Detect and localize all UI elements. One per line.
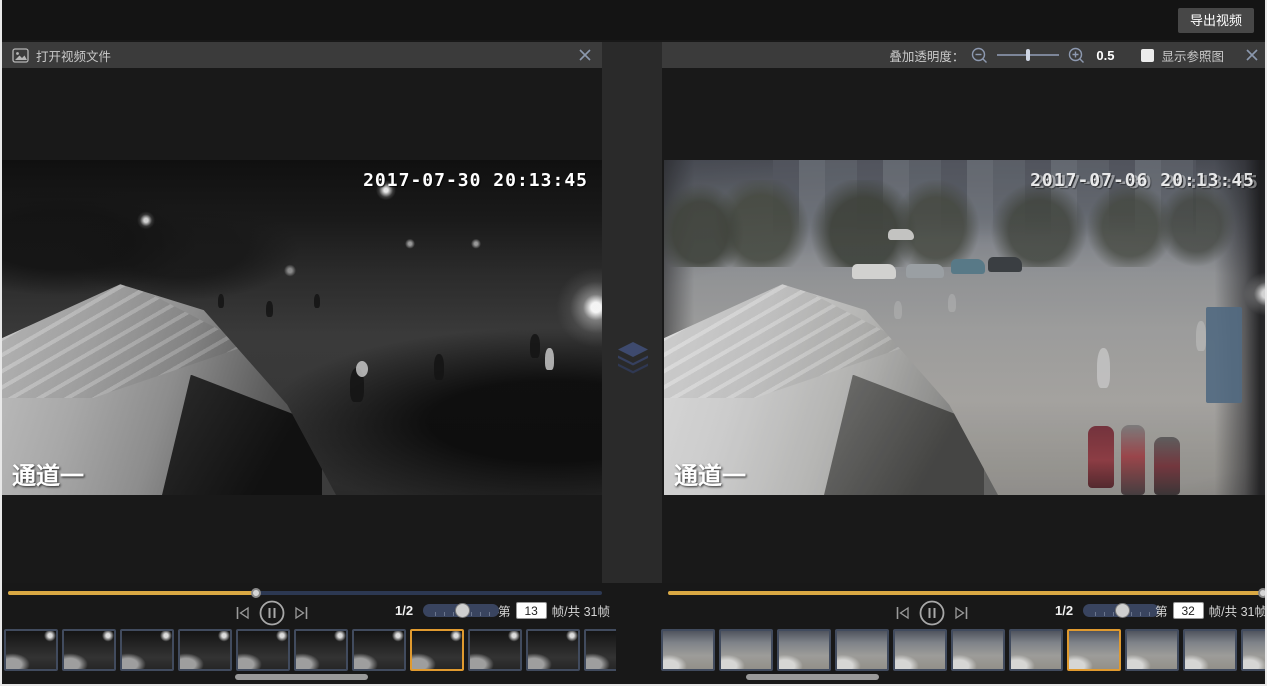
thumbnail[interactable]: [4, 629, 58, 671]
overlay-layers-icon: [615, 340, 651, 378]
thumbnail[interactable]: [1009, 629, 1063, 671]
thumbnail[interactable]: [62, 629, 116, 671]
thumbnail[interactable]: [1067, 629, 1121, 671]
left-frame-input[interactable]: [516, 602, 547, 619]
right-channel-label: 通道一: [674, 456, 746, 491]
thumbnail[interactable]: [893, 629, 947, 671]
left-thumbnail-scrollbar[interactable]: [235, 674, 368, 680]
right-pause-button[interactable]: [919, 600, 945, 626]
left-frame-suffix: 帧/共 31帧: [552, 601, 610, 620]
right-speed-handle[interactable]: [1115, 603, 1130, 618]
transparency-slider-handle[interactable]: [1026, 49, 1030, 61]
left-frame-prefix: 第: [498, 601, 511, 620]
thumbnail[interactable]: [468, 629, 522, 671]
right-frame-input[interactable]: [1173, 602, 1204, 619]
thumbnail[interactable]: [835, 629, 889, 671]
right-panel-header: 叠加透明度： 0.5 显示参照图: [662, 42, 1267, 68]
export-video-button[interactable]: 导出视频: [1178, 8, 1254, 33]
right-controls-row: 1/2 第 帧/共 31帧: [662, 600, 1267, 626]
right-seek-fill: [668, 591, 1264, 595]
thumbnail[interactable]: [352, 629, 406, 671]
thumbnail[interactable]: [777, 629, 831, 671]
left-video-frame: 2017-07-30 20:13:45 通道一: [2, 160, 602, 495]
right-speed-slider[interactable]: [1083, 604, 1159, 617]
left-seek-bar[interactable]: [8, 591, 602, 595]
transparency-slider[interactable]: [997, 49, 1059, 61]
thumbnail[interactable]: [294, 629, 348, 671]
open-file-label: 打开视频文件: [36, 46, 111, 65]
left-speed-label: 1/2: [395, 603, 413, 618]
right-panel-close-icon[interactable]: [1245, 48, 1259, 62]
right-frame-prefix: 第: [1155, 601, 1168, 620]
left-seek-fill: [8, 591, 257, 595]
thumbnail[interactable]: [526, 629, 580, 671]
transparency-decrease-icon[interactable]: [971, 47, 988, 64]
left-video-timestamp: 2017-07-30 20:13:45: [363, 170, 588, 191]
right-prev-frame-button[interactable]: [895, 606, 910, 620]
left-speed-slider[interactable]: [423, 604, 499, 617]
left-pause-button[interactable]: [259, 600, 285, 626]
right-video-timestamp: 2017-07-06 20:13:45: [1030, 170, 1255, 191]
thumbnail[interactable]: [661, 629, 715, 671]
thumbnail[interactable]: [584, 629, 616, 671]
thumbnail[interactable]: [236, 629, 290, 671]
thumbnail[interactable]: [1125, 629, 1179, 671]
panel-divider: [602, 42, 662, 583]
right-thumbnail-strip: [661, 629, 1267, 675]
left-prev-frame-button[interactable]: [235, 606, 250, 620]
right-video-frame: 2017-07-30 20:13:45 2017-07-06 20:13:45 …: [664, 160, 1267, 495]
video-compare-window: 导出视频 打开视频文件: [0, 0, 1267, 686]
show-reference-checkbox[interactable]: [1141, 49, 1154, 62]
left-speed-handle[interactable]: [455, 603, 470, 618]
transparency-increase-icon[interactable]: [1068, 47, 1085, 64]
thumbnail[interactable]: [178, 629, 232, 671]
right-seek-bar[interactable]: [668, 591, 1264, 595]
left-panel-close-icon[interactable]: [578, 48, 592, 62]
right-next-frame-button[interactable]: [954, 606, 969, 620]
thumbnail[interactable]: [1241, 629, 1267, 671]
thumbnail[interactable]: [1183, 629, 1237, 671]
left-thumbnail-strip: [4, 629, 616, 675]
transparency-label: 叠加透明度：: [889, 46, 964, 65]
open-video-file-button[interactable]: 打开视频文件: [12, 46, 111, 65]
thumbnail[interactable]: [719, 629, 773, 671]
left-next-frame-button[interactable]: [294, 606, 309, 620]
top-bar: 导出视频: [2, 0, 1265, 40]
thumbnail[interactable]: [410, 629, 464, 671]
left-channel-label: 通道一: [12, 456, 84, 491]
thumbnail[interactable]: [120, 629, 174, 671]
right-speed-label: 1/2: [1055, 603, 1073, 618]
right-seek-handle[interactable]: [1258, 588, 1267, 598]
right-thumbnail-scrollbar[interactable]: [746, 674, 879, 680]
right-frame-suffix: 帧/共 31帧: [1209, 601, 1267, 620]
left-seek-handle[interactable]: [251, 588, 261, 598]
left-controls-row: 1/2 第 帧/共 31帧: [2, 600, 612, 626]
show-reference-label: 显示参照图: [1161, 46, 1224, 65]
left-panel-header: 打开视频文件: [2, 42, 602, 68]
thumbnail[interactable]: [951, 629, 1005, 671]
open-file-image-icon: [12, 48, 29, 63]
transparency-value: 0.5: [1096, 48, 1114, 63]
